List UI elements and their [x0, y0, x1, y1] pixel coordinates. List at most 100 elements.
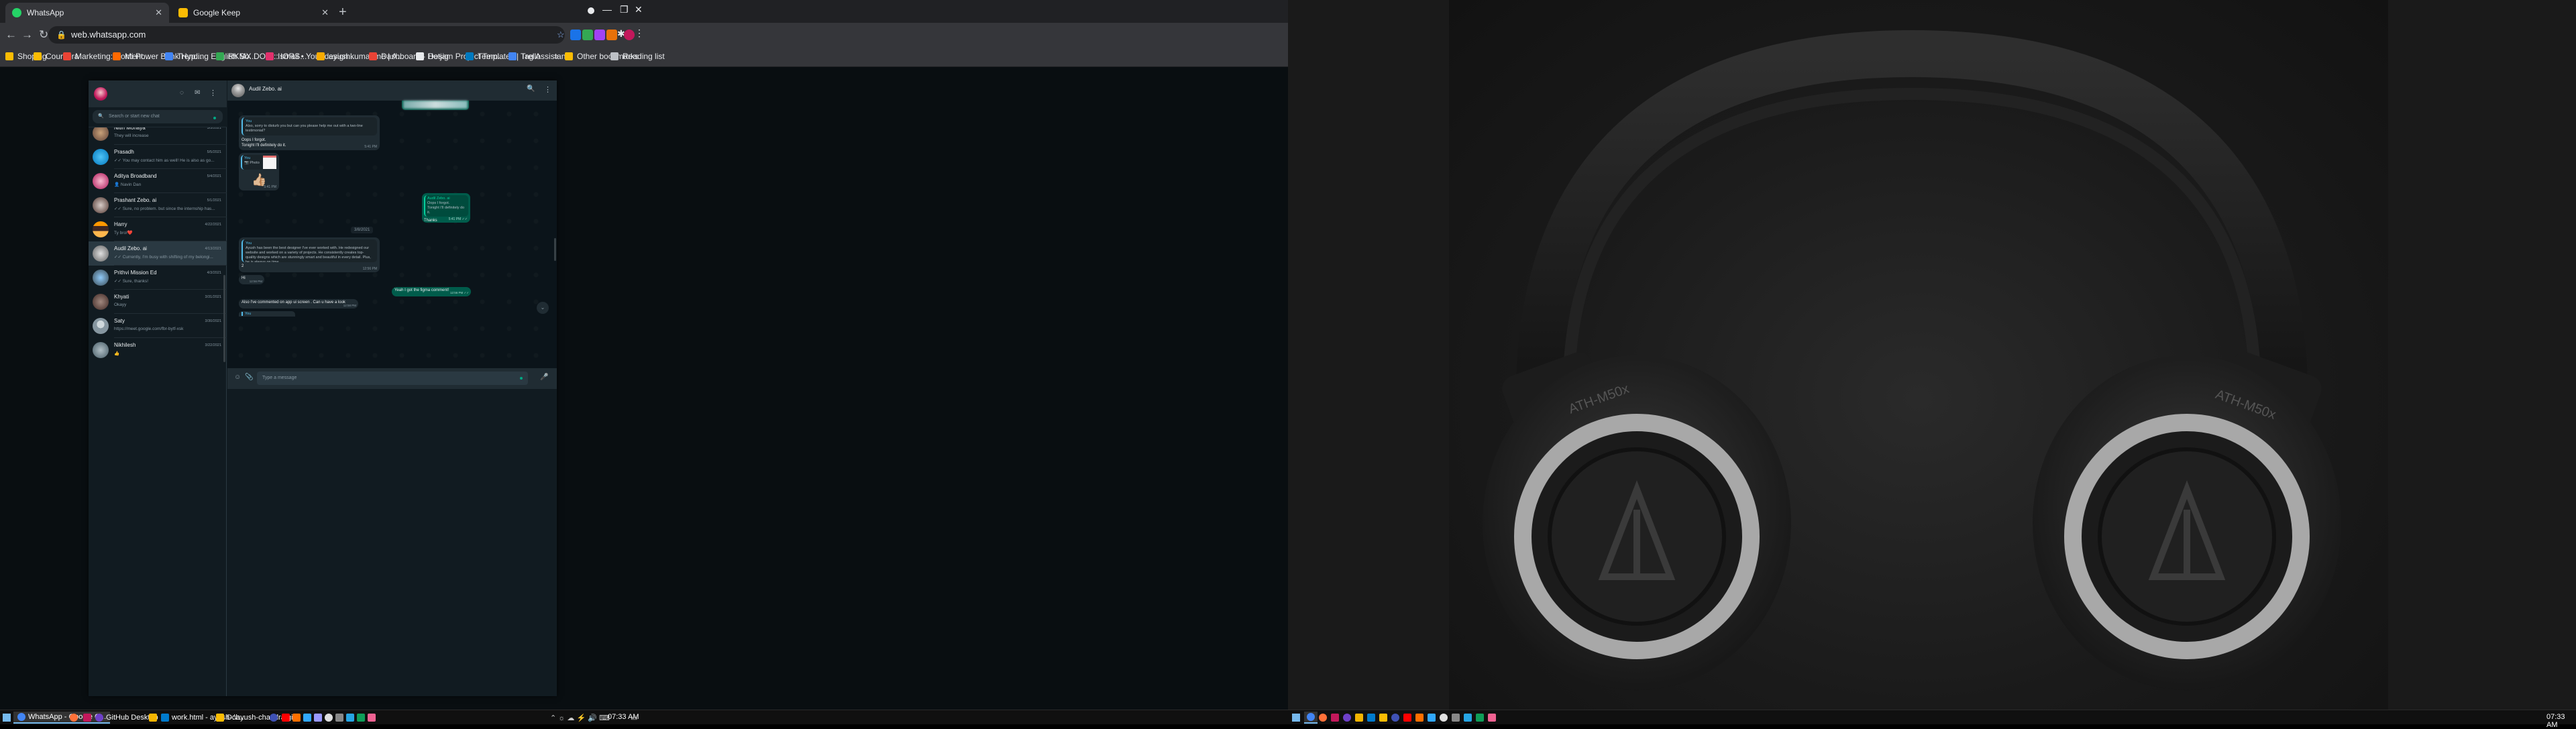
incoming-message[interactable]: You 📷 Photo 👍🏼 5:41 PM	[239, 153, 279, 190]
forward-icon[interactable]: →	[21, 28, 33, 42]
quoted-reply[interactable]: You Also, sorry to disturb you but can y…	[241, 117, 377, 135]
close-tab-icon[interactable]: ✕	[155, 7, 162, 18]
quoted-photo[interactable]: You 📷 Photo	[241, 155, 277, 170]
taskbar-app-icon[interactable]	[1440, 712, 1448, 724]
chat-row[interactable]: Harry 4/22/2021 Ty bro!❤️	[89, 217, 227, 241]
chat-date: 4/22/2021	[205, 223, 221, 227]
image-message[interactable]	[402, 101, 469, 110]
taskbar-app-icon[interactable]	[1428, 712, 1436, 724]
bookmark-star-icon[interactable]: ☆	[557, 30, 568, 40]
my-avatar[interactable]	[94, 87, 107, 101]
search-icon[interactable]: 🔍	[527, 85, 535, 93]
address-bar[interactable]: 🔒 web.whatsapp.com	[48, 26, 565, 44]
chat-row[interactable]: Nikhilesh 3/22/2021 👍	[89, 338, 227, 359]
taskbar-app-icon[interactable]	[70, 712, 78, 724]
profile-avatar-icon[interactable]	[624, 30, 635, 40]
taskbar-app-icon[interactable]	[1343, 712, 1351, 724]
taskbar-app-icon[interactable]	[1464, 712, 1472, 724]
extension-icon[interactable]	[570, 30, 581, 40]
chat-avatar	[93, 270, 109, 286]
clock[interactable]: 07:33 AM	[2546, 713, 2576, 729]
back-icon[interactable]: ←	[5, 28, 17, 42]
search-input[interactable]: 🔍 Search or start new chat	[93, 110, 223, 123]
messages-scrollbar[interactable]	[554, 238, 556, 261]
taskbar-app-icon[interactable]	[1488, 712, 1496, 724]
taskbar-app-icon[interactable]	[1379, 712, 1387, 724]
chrome-menu-icon[interactable]: ⋮	[635, 27, 645, 38]
windows-start-icon[interactable]	[1292, 714, 1300, 722]
emoji-icon[interactable]: ☺	[234, 374, 241, 381]
incoming-message[interactable]: Also I've commented on app ui screen . C…	[239, 299, 358, 309]
notifications-icon[interactable]: ▭	[631, 712, 637, 724]
chat-row[interactable]: Aditya Broadband 5/4/2021 👤 Navin Dan	[89, 169, 227, 193]
taskbar-app-icon[interactable]	[357, 712, 365, 724]
microphone-icon[interactable]: 🎤	[540, 374, 548, 381]
taskbar-app-icon[interactable]	[83, 712, 91, 724]
chat-row[interactable]: Nitin Mohaya 5/5/2021 They will increase	[89, 127, 227, 145]
quoted-testimonial[interactable]: You Ayush has been the best designer I'v…	[241, 239, 377, 262]
incoming-message[interactable]: Hi 12:56 PM	[239, 275, 264, 284]
contact-name[interactable]: Audil Zebo. ai	[249, 86, 282, 92]
outgoing-message[interactable]: Audil Zebo. ai Oops I forgot. Tonight I'…	[422, 193, 470, 223]
attach-icon[interactable]: 📎	[245, 374, 253, 381]
taskbar-app-icon[interactable]	[1476, 712, 1484, 724]
outgoing-message[interactable]: Yeah I got the figma comment! 12:56 PM ✓…	[392, 287, 471, 296]
taskbar-app-icon[interactable]	[314, 712, 322, 724]
taskbar-app-icon[interactable]	[1355, 712, 1363, 724]
new-chat-icon[interactable]: ✉	[195, 89, 200, 97]
taskbar-app-icon[interactable]	[1415, 712, 1424, 724]
taskbar-app-icon[interactable]	[1319, 712, 1327, 724]
reading-list[interactable]: Reading list	[610, 52, 665, 61]
taskbar-app-icon[interactable]	[149, 712, 157, 724]
taskbar-app-icon[interactable]	[1452, 712, 1460, 724]
message-time: 12:56 PM	[249, 280, 262, 283]
system-tray-icons[interactable]: ⌃ ☼ ☁ ⚡ 🔊 ⌨	[550, 712, 610, 724]
taskbar-app-icon[interactable]	[303, 712, 311, 724]
chat-row[interactable]: Khyati 3/31/2021 Okayy	[89, 290, 227, 314]
maximize-icon[interactable]: ❐	[620, 4, 629, 15]
chat-row[interactable]: Saty 3/30/2021 https://meet.google.com/fbr…	[89, 314, 227, 338]
taskbar-app-icon[interactable]	[1391, 712, 1399, 724]
minimize-icon[interactable]: —	[602, 4, 612, 15]
quoted-reply[interactable]: Audil Zebo. ai Oops I forgot. Tonight I'…	[424, 195, 468, 217]
chat-row[interactable]: Audil Zebo. ai 4/13/2021 ✓✓ Currently, I'm…	[89, 241, 227, 266]
reload-icon[interactable]: ↻	[39, 28, 48, 42]
menu-icon[interactable]: ⋮	[209, 89, 217, 97]
extension-icon[interactable]	[606, 30, 617, 40]
taskbar-app-icon[interactable]	[368, 712, 376, 724]
taskbar-app-icon[interactable]	[325, 712, 333, 724]
menu-icon[interactable]: ⋮	[544, 85, 551, 94]
tab-whatsapp[interactable]: WhatsApp ✕	[5, 3, 169, 23]
taskbar-app-icon[interactable]	[270, 712, 278, 724]
new-tab-icon[interactable]: +	[339, 5, 347, 20]
status-icon[interactable]: ◌	[180, 89, 184, 97]
message-input[interactable]: Type a message	[257, 372, 528, 385]
taskbar-app-icon[interactable]	[1367, 712, 1375, 724]
chat-list-scrollbar[interactable]	[223, 275, 225, 362]
taskbar-app-icon[interactable]	[292, 712, 301, 724]
chat-row[interactable]: Prithvi Mission Ed 4/3/2021 ✓✓ Sure, thank…	[89, 266, 227, 290]
taskbar-app-icon[interactable]	[282, 712, 290, 724]
incoming-message[interactable]: You Also, sorry to disturb you but can y…	[239, 115, 380, 150]
windows-start-icon[interactable]	[3, 714, 11, 722]
contact-avatar[interactable]	[231, 84, 245, 97]
extension-icon[interactable]	[594, 30, 605, 40]
left-monitor: WhatsApp ✕ Google Keep ✕ + — ❐ ✕ ← → ↻ ⌂…	[0, 0, 1288, 724]
chat-row[interactable]: Prasadh 5/5/2021 ✓✓ You may contact him as…	[89, 145, 227, 169]
close-tab-icon[interactable]: ✕	[321, 7, 329, 18]
incoming-message-partial[interactable]: You	[239, 311, 295, 317]
taskbar-app-icon[interactable]	[346, 712, 354, 724]
bookmark-item[interactable]: Tag Assistant	[508, 52, 568, 61]
chat-row[interactable]: Prashant Zebo. ai 5/1/2021 ✓✓ Sure, no pro…	[89, 193, 227, 217]
taskbar-app-icon[interactable]	[335, 712, 343, 724]
profile-indicator-icon[interactable]	[588, 7, 594, 14]
extension-icon[interactable]	[582, 30, 593, 40]
close-window-icon[interactable]: ✕	[635, 4, 643, 15]
more-bookmarks-icon[interactable]: »	[554, 52, 559, 61]
taskbar-app-icon[interactable]	[1403, 712, 1411, 724]
taskbar-app-icon[interactable]	[1331, 712, 1339, 724]
tab-google-keep[interactable]: Google Keep ✕	[172, 3, 335, 23]
incoming-message[interactable]: You Ayush has been the best designer I'v…	[239, 237, 380, 272]
taskbar-app-icon[interactable]	[1304, 712, 1318, 724]
scroll-down-button[interactable]: ⌄	[537, 302, 549, 314]
